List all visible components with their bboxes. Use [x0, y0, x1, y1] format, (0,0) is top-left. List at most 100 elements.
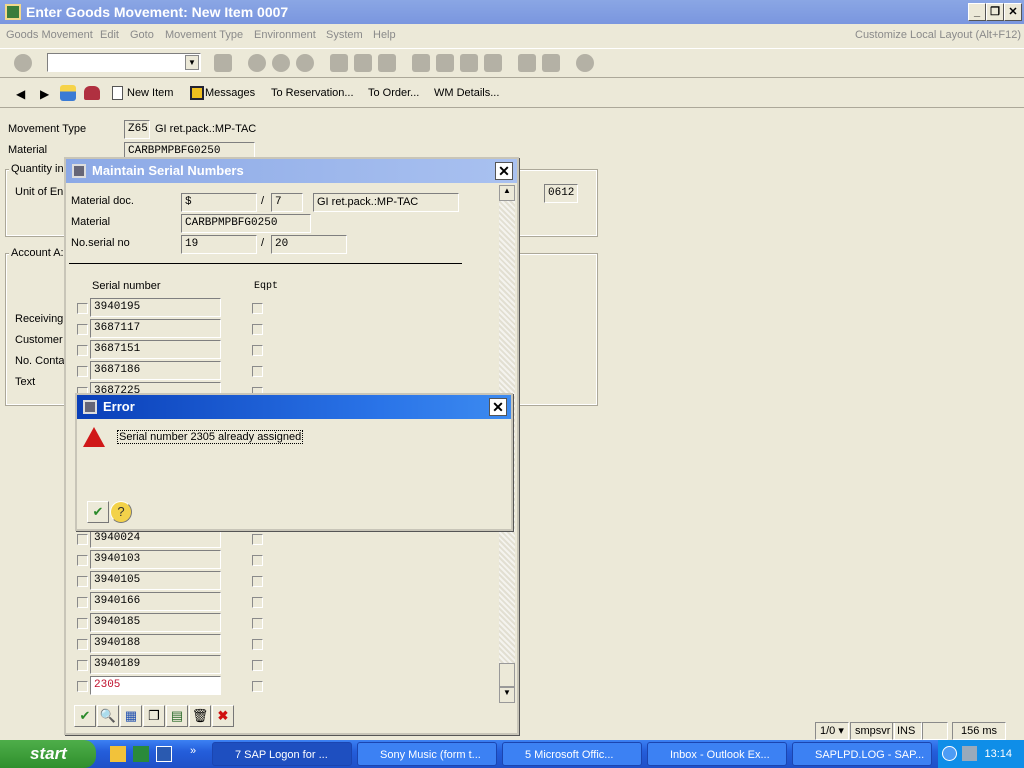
select-row-checkbox[interactable]	[77, 324, 88, 335]
back-icon[interactable]	[248, 54, 266, 72]
select-row-checkbox[interactable]	[77, 555, 88, 566]
equipment-checkbox[interactable]	[252, 555, 263, 566]
equipment-checkbox[interactable]	[252, 576, 263, 587]
menu-movement-type[interactable]: Movement Type	[165, 24, 243, 46]
previous-arrow-icon[interactable]: ◀	[16, 87, 25, 101]
first-page-icon[interactable]	[412, 54, 430, 72]
next-page-icon[interactable]	[460, 54, 478, 72]
customize-layout[interactable]: Customize Local Layout (Alt+F12)	[855, 24, 1021, 46]
person-icon[interactable]	[60, 85, 76, 101]
to-reservation-button[interactable]: To Reservation...	[271, 87, 354, 99]
serial-number-field[interactable]: 3687151	[90, 340, 221, 359]
serial-number-field[interactable]: 3940195	[90, 298, 221, 317]
find-icon[interactable]	[354, 54, 372, 72]
serial-number-field[interactable]: 3687117	[90, 319, 221, 338]
select-row-checkbox[interactable]	[77, 303, 88, 314]
select-row-checkbox[interactable]	[77, 576, 88, 587]
show-hidden-icons-button[interactable]	[942, 746, 957, 761]
menu-edit[interactable]: Edit	[100, 24, 119, 46]
select-row-checkbox[interactable]	[77, 660, 88, 671]
exit-icon[interactable]	[272, 54, 290, 72]
select-row-checkbox[interactable]	[77, 618, 88, 629]
help-icon[interactable]: ?	[110, 501, 132, 523]
word-quicklaunch-icon[interactable]	[156, 746, 172, 762]
select-row-checkbox[interactable]	[77, 639, 88, 650]
scroll-thumb[interactable]	[499, 663, 515, 687]
to-order-button[interactable]: To Order...	[368, 87, 419, 99]
equipment-checkbox[interactable]	[252, 534, 263, 545]
next-arrow-icon[interactable]: ▶	[40, 87, 49, 101]
serial-number-field[interactable]: 3687186	[90, 361, 221, 380]
save-icon[interactable]	[214, 54, 232, 72]
equipment-checkbox[interactable]	[252, 324, 263, 335]
serial-number-field[interactable]: 2305	[90, 676, 221, 695]
session-indicator[interactable]: 1/0 ▾	[815, 722, 849, 740]
serial-number-field[interactable]: 3940188	[90, 634, 221, 653]
serial-dialog-close-button[interactable]: ✕	[495, 162, 513, 180]
messages-button[interactable]: Messages	[205, 87, 255, 99]
new-item-button[interactable]: New Item	[127, 87, 173, 99]
select-row-checkbox[interactable]	[77, 681, 88, 692]
material-label: Material	[8, 144, 48, 156]
start-button[interactable]: start	[0, 740, 96, 768]
minimize-button[interactable]: _	[968, 3, 986, 21]
equipment-checkbox[interactable]	[252, 660, 263, 671]
movement-text-field: GI ret.pack.:MP-TAC	[313, 193, 459, 212]
hat-icon[interactable]	[84, 86, 100, 100]
equipment-checkbox[interactable]	[252, 597, 263, 608]
find-next-icon[interactable]	[378, 54, 396, 72]
serial-number-field[interactable]: 3940024	[90, 529, 221, 548]
serial-number-field[interactable]: 3940166	[90, 592, 221, 611]
equipment-checkbox[interactable]	[252, 681, 263, 692]
close-button[interactable]: ✕	[1004, 3, 1022, 21]
error-confirm-button[interactable]: ✔	[87, 501, 109, 523]
equipment-checkbox[interactable]	[252, 303, 263, 314]
enter-icon[interactable]	[14, 54, 32, 72]
serial-number-field[interactable]: 3940189	[90, 655, 221, 674]
equipment-checkbox[interactable]	[252, 639, 263, 650]
select-row-checkbox[interactable]	[77, 597, 88, 608]
serial-number-field[interactable]: 3940185	[90, 613, 221, 632]
scroll-down-button[interactable]: ▼	[499, 687, 515, 703]
equipment-checkbox[interactable]	[252, 366, 263, 377]
select-row-checkbox[interactable]	[77, 366, 88, 377]
menu-help[interactable]: Help	[373, 24, 396, 46]
serial-number-field[interactable]: 3940103	[90, 550, 221, 569]
create-session-icon[interactable]	[518, 54, 536, 72]
excel-quicklaunch-icon[interactable]	[133, 746, 149, 762]
menu-environment[interactable]: Environment	[254, 24, 316, 46]
chevron-down-icon[interactable]: ▼	[185, 55, 199, 70]
restore-button[interactable]: ❐	[986, 3, 1004, 21]
last-page-icon[interactable]	[484, 54, 502, 72]
chevron-icon[interactable]: »	[190, 745, 196, 757]
error-dialog: Error ✕ Serial number 2305 already assig…	[75, 393, 513, 531]
scroll-up-button[interactable]: ▲	[499, 185, 515, 201]
taskbar-item-inbox-outlook[interactable]: Inbox - Outlook Ex...	[647, 742, 787, 766]
taskbar-item-microsoft-office[interactable]: 5 Microsoft Offic...	[502, 742, 642, 766]
sap-logon-quicklaunch-icon[interactable]	[110, 746, 126, 762]
serial-number-column-header: Serial number	[92, 280, 161, 292]
movement-type-field[interactable]: Z65	[124, 120, 150, 139]
cancel-icon[interactable]	[296, 54, 314, 72]
previous-page-icon[interactable]	[436, 54, 454, 72]
equipment-checkbox[interactable]	[252, 618, 263, 629]
print-icon[interactable]	[330, 54, 348, 72]
wm-details-button[interactable]: WM Details...	[434, 87, 499, 99]
equipment-checkbox[interactable]	[252, 345, 263, 356]
help-icon[interactable]	[576, 54, 594, 72]
menu-goto[interactable]: Goto	[130, 24, 154, 46]
shortcut-icon[interactable]	[542, 54, 560, 72]
taskbar-item-sap-logon[interactable]: 7 SAP Logon for ...	[212, 742, 352, 766]
application-toolbar: ◀ ▶ New Item Messages To Reservation... …	[0, 80, 1024, 108]
menu-system[interactable]: System	[326, 24, 363, 46]
select-row-checkbox[interactable]	[77, 345, 88, 356]
plant-field[interactable]: 0612	[544, 184, 578, 203]
select-row-checkbox[interactable]	[77, 534, 88, 545]
serial-number-field[interactable]: 3940105	[90, 571, 221, 590]
menu-goods-movement[interactable]: Goods Movement	[6, 24, 93, 46]
command-field[interactable]	[47, 53, 201, 72]
taskbar-item-saplpd-log[interactable]: SAPLPD.LOG - SAP...	[792, 742, 932, 766]
taskbar-item-sony-music[interactable]: Sony Music (form t...	[357, 742, 497, 766]
network-icon[interactable]	[962, 746, 977, 761]
error-dialog-close-button[interactable]: ✕	[489, 398, 507, 416]
